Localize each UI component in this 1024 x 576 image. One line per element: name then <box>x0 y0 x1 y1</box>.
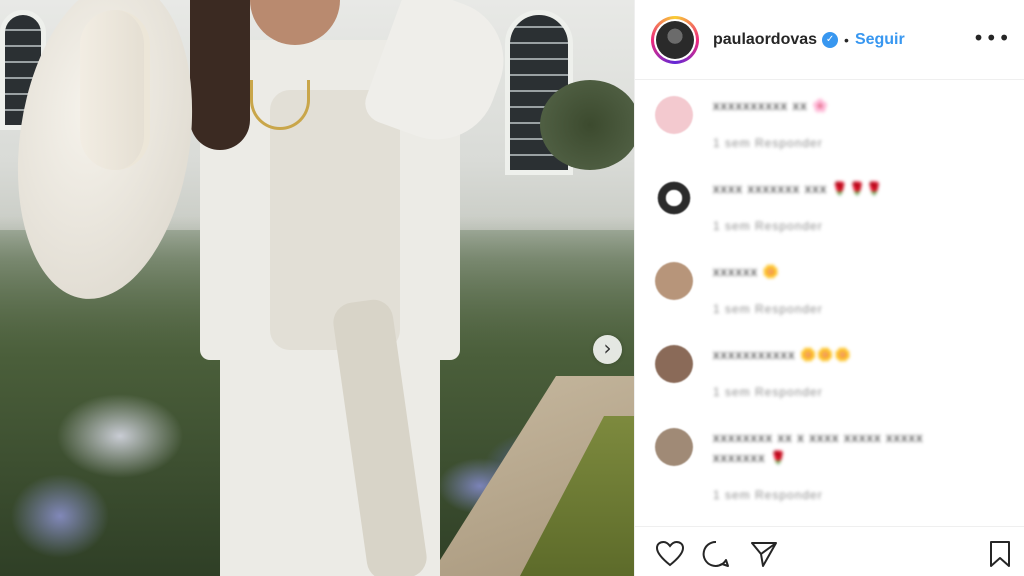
comment-text-continued: xxxxxxx 🌹 <box>713 450 788 466</box>
comment-item: xxxxxxxxxx xx 🌸 1 sem Responder <box>655 94 1015 164</box>
comment-item: xxxxxxxx xx x xxxx xxxxx xxxxx xxxxxxx 🌹… <box>655 426 1015 502</box>
separator: • <box>844 31 849 48</box>
comment-meta: 1 sem Responder <box>713 385 823 399</box>
post-photo[interactable]: › <box>0 0 634 576</box>
verified-icon: ✓ <box>822 31 839 48</box>
hat-band <box>80 10 150 170</box>
comment-meta: 1 sem Responder <box>713 488 823 502</box>
comment-text: xxxxxxxx xx x xxxx xxxxx xxxxx <box>713 430 924 445</box>
woman-in-white-suit <box>180 0 521 576</box>
more-icon[interactable]: ••• <box>973 26 1011 50</box>
post-header: paulaordovas ✓ • Seguir ••• <box>635 0 1024 80</box>
comment-meta: 1 sem Responder <box>713 302 823 316</box>
comment-meta: 1 sem Responder <box>713 136 823 150</box>
background-tree <box>540 80 634 170</box>
comment-avatar[interactable] <box>655 179 693 217</box>
comment-text: xxxxxxxxxxx 🌼🌼🌼 <box>713 347 852 363</box>
comments-list: xxxxxxxxxx xx 🌸 1 sem Responder xxxx xxx… <box>635 80 1024 526</box>
next-photo-button[interactable]: › <box>593 335 622 364</box>
comment-item: xxxxxxxxxxx 🌼🌼🌼 1 sem Responder <box>655 343 1015 413</box>
avatar[interactable] <box>651 15 699 64</box>
comment-avatar[interactable] <box>655 428 693 466</box>
follow-button[interactable]: Seguir <box>855 31 905 49</box>
share-icon[interactable] <box>749 539 779 569</box>
comment-avatar[interactable] <box>655 262 693 300</box>
comment-avatar[interactable] <box>655 96 693 134</box>
comment-meta: 1 sem Responder <box>713 219 823 233</box>
comment-text: xxxx xxxxxxx xxx 🌹🌹🌹 <box>713 181 884 197</box>
post-sidebar: paulaordovas ✓ • Seguir ••• xxxxxxxxxx x… <box>634 0 1024 576</box>
comment-text: xxxxxxxxxx xx 🌸 <box>713 98 830 114</box>
comment-item: xxxx xxxxxxx xxx 🌹🌹🌹 1 sem Responder <box>655 177 1015 247</box>
chevron-right-icon: › <box>603 336 612 360</box>
comment-text: xxxxxx 🌼 <box>713 264 780 280</box>
comment-icon[interactable] <box>701 539 731 569</box>
post-actions <box>635 526 1024 576</box>
bookmark-icon[interactable] <box>985 539 1015 569</box>
comment-avatar[interactable] <box>655 345 693 383</box>
comment-item: xxxxxx 🌼 1 sem Responder <box>655 260 1015 330</box>
heart-icon[interactable] <box>655 539 685 569</box>
username-link[interactable]: paulaordovas <box>713 31 817 49</box>
